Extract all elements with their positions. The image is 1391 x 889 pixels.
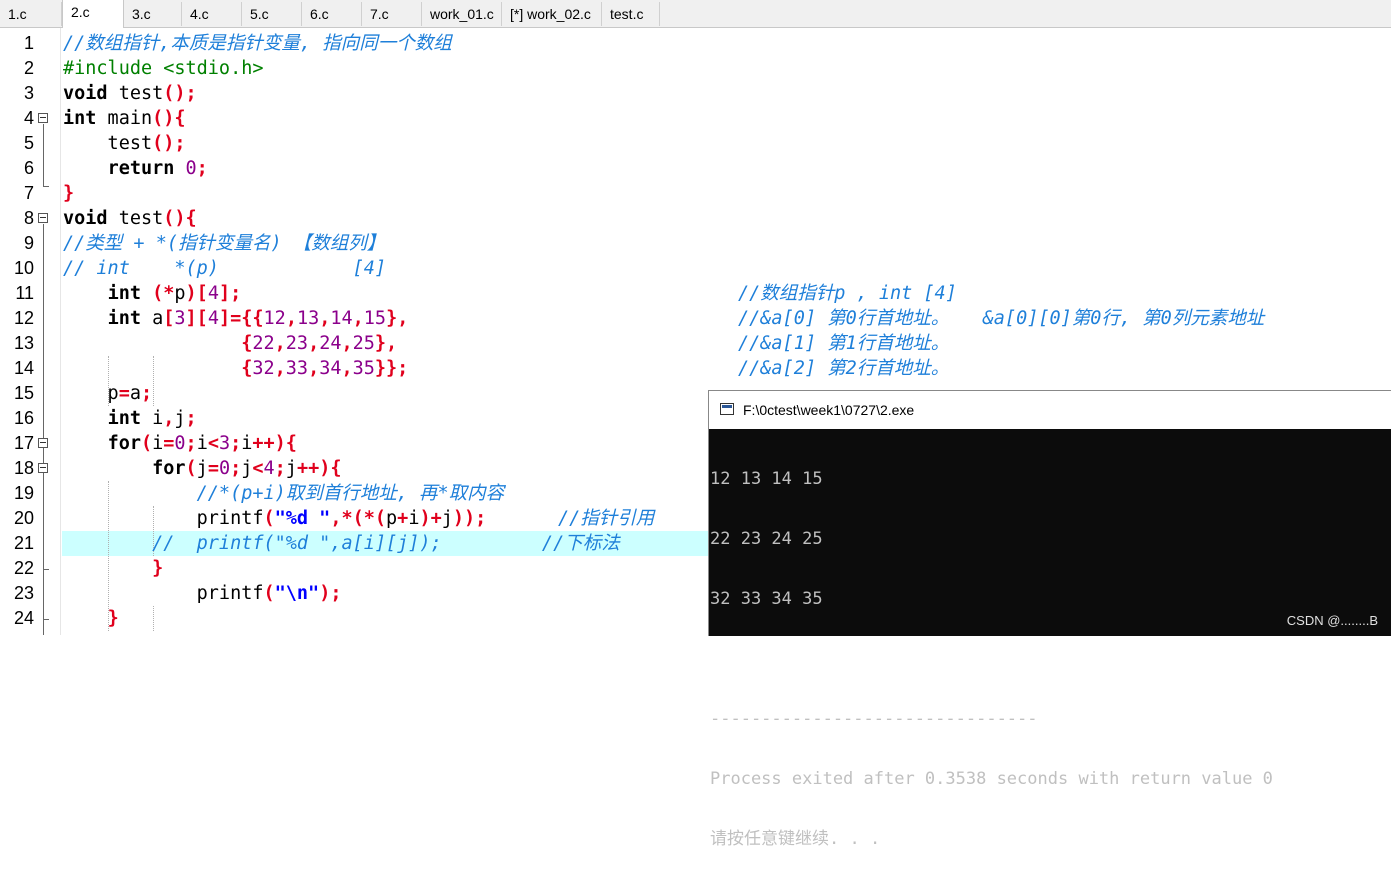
- fold-toggle-icon[interactable]: [38, 113, 48, 123]
- code-line-19: //*(p+i)取到首行地址, 再*取内容: [63, 481, 505, 506]
- comment: //指针引用: [558, 508, 655, 529]
- fold-toggle-icon[interactable]: [38, 438, 48, 448]
- console-line: Process exited after 0.3538 seconds with…: [710, 769, 1273, 789]
- console-title-bar[interactable]: F:\0ctest\week1\0727\2.exe: [709, 391, 1391, 429]
- code-line-8: void test(){: [63, 208, 197, 229]
- tab-work02c[interactable]: [*] work_02.c: [502, 2, 602, 26]
- fold-end-icon: [43, 619, 49, 620]
- preprocessor: #include <stdio.h>: [63, 58, 264, 79]
- line-number: 10: [13, 258, 34, 278]
- tab-4c[interactable]: 4.c: [182, 2, 242, 26]
- line-number: 22: [13, 558, 34, 578]
- line-number: 9: [23, 233, 34, 253]
- console-line: 请按任意键继续. . .: [710, 829, 881, 849]
- code-line-20: printf("%d ",*(*(p+i)+j));: [63, 508, 487, 529]
- tab-3c[interactable]: 3.c: [124, 2, 182, 26]
- tab-testc[interactable]: test.c: [602, 2, 660, 26]
- console-output: 12 13 14 15 22 23 24 25 32 33 34 35 ----…: [710, 429, 1273, 889]
- code-line-4: int main(){: [63, 108, 186, 129]
- line-number: 20: [13, 508, 34, 528]
- code-line-9: //类型 + *(指针变量名) 【数组列】: [63, 231, 385, 256]
- code-line-11: int (*p)[4];: [107, 283, 242, 304]
- code-line-2: #include <stdio.h>: [63, 56, 263, 81]
- line-number: 7: [23, 183, 34, 203]
- console-window[interactable]: F:\0ctest\week1\0727\2.exe 12 13 14 15 2…: [708, 390, 1391, 849]
- fold-end-icon: [43, 186, 49, 187]
- comment: //&a[0] 第0行首地址。 &a[0][0]第0行, 第0列元素地址: [738, 308, 1265, 329]
- line-number: 6: [23, 158, 34, 178]
- line-number: 16: [13, 408, 34, 428]
- comment: // int *(p) [4]: [63, 258, 387, 279]
- code-line-17: for(i=0;i<3;i++){: [107, 433, 297, 454]
- comment: // printf("%d ",a[i][j]); //下标法: [152, 533, 620, 554]
- indent-guide: [153, 606, 154, 631]
- tab-work01c[interactable]: work_01.c: [422, 2, 502, 26]
- code-line-15: p=a;: [63, 383, 153, 404]
- code-line-22: }: [152, 558, 164, 579]
- file-tab-bar: 1.c 2.c 3.c 4.c 5.c 6.c 7.c work_01.c [*…: [0, 0, 1391, 28]
- line-number: 12: [13, 308, 34, 328]
- line-number: 8: [23, 208, 34, 228]
- line-number: 2: [23, 58, 34, 78]
- fold-line: [43, 124, 44, 186]
- line-number: 11: [15, 283, 34, 303]
- comment: //数组指针p , int [4]: [738, 283, 957, 304]
- line-number: 24: [13, 608, 34, 628]
- code-line-5: test();: [63, 133, 186, 154]
- code-line-12: int a[3][4]={{12,13,14,15},: [107, 308, 409, 329]
- tab-5c[interactable]: 5.c: [242, 2, 302, 26]
- comment: //*(p+i)取到首行地址, 再*取内容: [196, 483, 505, 504]
- line-number: 21: [13, 533, 34, 553]
- line-number: 1: [23, 33, 34, 53]
- comment: //数组指针,本质是指针变量, 指向同一个数组: [63, 33, 452, 54]
- line-number: 15: [13, 383, 34, 403]
- tab-7c[interactable]: 7.c: [362, 2, 422, 26]
- line-number: 13: [13, 333, 34, 353]
- console-line: 22 23 24 25: [710, 529, 823, 549]
- code-line-10: // int *(p) [4]: [63, 256, 386, 281]
- code-line-23: printf("\n");: [63, 583, 342, 604]
- line-number: 14: [13, 358, 34, 378]
- console-line: 12 13 14 15: [710, 469, 823, 489]
- code-line-18: for(j=0;j<4;j++){: [152, 458, 342, 479]
- watermark: CSDN @........B: [1286, 613, 1378, 628]
- line-number: 5: [23, 133, 34, 153]
- fold-line: [43, 224, 44, 635]
- line-number: 4: [23, 108, 34, 128]
- tab-1c[interactable]: 1.c: [0, 2, 62, 26]
- console-line: 32 33 34 35: [710, 589, 823, 609]
- console-line: --------------------------------: [710, 709, 1038, 729]
- comment: //类型 + *(指针变量名) 【数组列】: [63, 233, 386, 254]
- code-line-7: }: [63, 183, 75, 204]
- code-line-24: }: [107, 608, 119, 629]
- line-number: 18: [13, 458, 34, 478]
- comment: //&a[2] 第2行首地址。: [738, 358, 950, 379]
- code-line-14: {32,33,34,35}};: [241, 358, 409, 379]
- console-title: F:\0ctest\week1\0727\2.exe: [743, 402, 915, 418]
- comment: //&a[1] 第1行首地址。: [738, 333, 950, 354]
- line-number: 17: [13, 433, 34, 453]
- line-number: 3: [23, 83, 34, 103]
- line-number: 23: [13, 583, 34, 603]
- code-line-1: //数组指针,本质是指针变量, 指向同一个数组: [63, 31, 452, 56]
- console-app-icon: [720, 403, 734, 415]
- code-line-13: {22,23,24,25},: [241, 333, 398, 354]
- fold-toggle-icon[interactable]: [38, 463, 48, 473]
- code-line-21: // printf("%d ",a[i][j]); //下标法: [63, 531, 620, 556]
- code-line-3: void test();: [63, 83, 197, 104]
- tab-6c[interactable]: 6.c: [302, 2, 362, 26]
- fold-end-icon: [43, 569, 49, 570]
- tab-2c[interactable]: 2.c: [62, 0, 124, 28]
- fold-toggle-icon[interactable]: [38, 213, 48, 223]
- code-line-16: int i,j;: [107, 408, 197, 429]
- line-number: 19: [13, 483, 34, 503]
- code-line-6: return 0;: [107, 158, 208, 179]
